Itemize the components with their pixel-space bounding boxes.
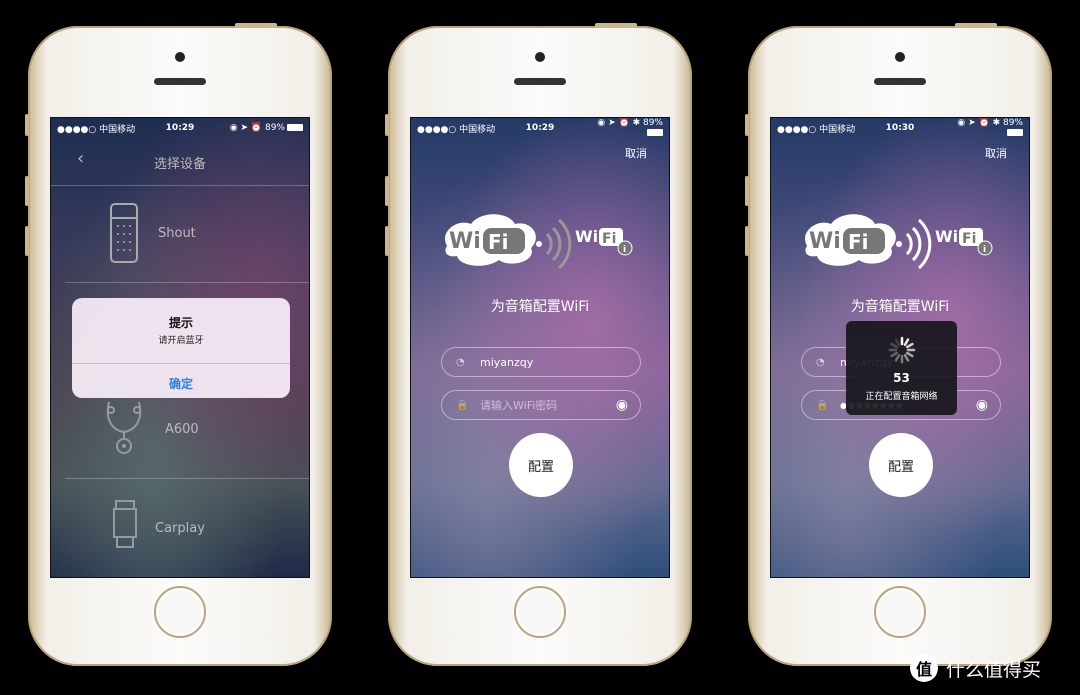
page-title: 选择设备 — [153, 157, 206, 172]
eye-icon[interactable]: ◉ — [616, 397, 628, 413]
power-button — [235, 23, 277, 28]
battery-icon — [1007, 129, 1023, 136]
wifi-icon: ◔ — [816, 356, 825, 368]
time: 10:29 — [165, 123, 195, 133]
earpiece — [514, 78, 566, 85]
screen-wifi-configuring: ●●●●○ 中国移动 10:30 ◉ ➤ ⏰ ✱ 89% 取消 Wi Fi Wi… — [770, 117, 1030, 578]
speaker-icon — [110, 203, 138, 263]
device-name: Carplay — [155, 521, 205, 536]
svg-text:Wi: Wi — [449, 229, 481, 254]
page-title: 为音箱配置WiFi — [850, 299, 950, 315]
status-bar: ●●●●○ 中国移动 10:30 ◉ ➤ ⏰ ✱ 89% — [771, 118, 1029, 138]
configure-button[interactable]: 配置 — [869, 433, 933, 497]
volume-down — [385, 226, 389, 256]
volume-up — [25, 176, 29, 206]
power-button — [595, 23, 637, 28]
time: 10:30 — [885, 123, 915, 133]
svg-text:Wi: Wi — [935, 227, 958, 246]
cancel-button[interactable]: 取消 — [985, 145, 1007, 161]
battery-icon — [647, 129, 663, 136]
status-bar: ●●●●○ 中国移动 10:29 ◉ ➤ ⏰ 89% — [51, 118, 309, 138]
status-icons: ◉ ➤ ⏰ ✱ — [957, 118, 1003, 128]
device-item-a600[interactable]: A600 — [51, 388, 309, 478]
volume-up — [745, 176, 749, 206]
home-button[interactable] — [874, 586, 926, 638]
home-button[interactable] — [154, 586, 206, 638]
home-button[interactable] — [514, 586, 566, 638]
volume-down — [25, 226, 29, 256]
loading-message: 正在配置音箱网络 — [865, 392, 938, 402]
status-icons: ◉ ➤ ⏰ ✱ — [597, 118, 643, 128]
carrier: ●●●●○ 中国移动 — [57, 124, 136, 135]
svg-text:i: i — [983, 245, 986, 255]
eye-icon[interactable]: ◉ — [976, 397, 988, 413]
wifi-broadcast-logo-icon: Wi Fi Wi Fi i — [445, 214, 633, 270]
volume-down — [745, 226, 749, 256]
svg-text:Wi: Wi — [809, 229, 841, 254]
password-field[interactable]: 🔒 请输入WiFi密码 ◉ — [441, 390, 641, 420]
carrier: ●●●●○ 中国移动 — [777, 124, 856, 135]
battery-icon — [287, 124, 303, 131]
svg-text:Fi: Fi — [848, 230, 869, 254]
phone-3: ●●●●○ 中国移动 10:30 ◉ ➤ ⏰ ✱ 89% 取消 Wi Fi Wi… — [745, 23, 1052, 666]
divider — [65, 282, 309, 283]
front-camera — [895, 52, 905, 62]
earpiece — [874, 78, 926, 85]
mute-switch — [25, 114, 29, 136]
svg-text:Fi: Fi — [962, 231, 976, 247]
alert-title: 提示 — [168, 316, 193, 330]
ssid-value: miyanzqy — [480, 355, 534, 369]
bluetooth-alert-dialog: 提示 请开启蓝牙 确定 — [72, 298, 290, 398]
phone-1: ●●●●○ 中国移动 10:29 ◉ ➤ ⏰ 89% ‹ 选择设备 Shout … — [25, 23, 332, 666]
device-item-carplay[interactable]: Carplay — [51, 479, 309, 577]
device-name: Shout — [158, 226, 196, 241]
password-placeholder: 请输入WiFi密码 — [480, 399, 558, 412]
battery-percent: 89% — [1002, 118, 1023, 128]
status-icons: ◉ ➤ ⏰ — [229, 123, 265, 133]
earpiece — [154, 78, 206, 85]
device-name: A600 — [165, 422, 199, 437]
mute-switch — [745, 114, 749, 136]
device-item-shout[interactable]: Shout — [51, 186, 309, 282]
alert-message: 请开启蓝牙 — [158, 336, 204, 346]
loading-overlay: 53 正在配置音箱网络 — [846, 321, 957, 415]
configure-button[interactable]: 配置 — [509, 433, 573, 497]
status-bar: ●●●●○ 中国移动 10:29 ◉ ➤ ⏰ ✱ 89% — [411, 118, 669, 138]
mute-switch — [385, 114, 389, 136]
cancel-button[interactable]: 取消 — [625, 145, 647, 161]
earphones-icon — [106, 401, 142, 454]
volume-up — [385, 176, 389, 206]
phone-2: ●●●●○ 中国移动 10:29 ◉ ➤ ⏰ ✱ 89% 取消 Wi Fi Wi… — [385, 23, 692, 666]
car-charger-icon — [113, 500, 137, 548]
page-title: 为音箱配置WiFi — [490, 299, 590, 315]
carrier: ●●●●○ 中国移动 — [417, 124, 496, 135]
divider — [72, 363, 290, 364]
battery-percent: 89% — [642, 118, 663, 128]
time: 10:29 — [525, 123, 555, 133]
wifi-broadcast-logo-icon: Wi Fi Wi Fi i — [805, 214, 993, 270]
watermark-text: 什么值得买 — [946, 658, 1042, 681]
ssid-field[interactable]: ◔ miyanzqy — [441, 347, 641, 377]
svg-text:i: i — [623, 245, 626, 255]
screen-select-device: ●●●●○ 中国移动 10:29 ◉ ➤ ⏰ 89% ‹ 选择设备 Shout … — [50, 117, 310, 578]
battery-percent: 89% — [264, 123, 285, 133]
power-button — [955, 23, 997, 28]
screen-wifi-config: ●●●●○ 中国移动 10:29 ◉ ➤ ⏰ ✱ 89% 取消 Wi Fi Wi… — [410, 117, 670, 578]
wifi-icon: ◔ — [456, 356, 465, 368]
front-camera — [175, 52, 185, 62]
svg-text:Fi: Fi — [488, 230, 509, 254]
confirm-button[interactable]: 确定 — [72, 372, 290, 394]
countdown: 53 — [893, 371, 910, 385]
lock-icon: 🔒 — [816, 399, 829, 411]
watermark-logo: 值 什么值得买 — [910, 654, 1041, 682]
front-camera — [535, 52, 545, 62]
lock-icon: 🔒 — [456, 399, 469, 411]
svg-text:Fi: Fi — [602, 231, 616, 247]
spinner-icon — [888, 336, 916, 364]
svg-text:Wi: Wi — [575, 227, 598, 246]
watermark-badge: 值 — [910, 654, 938, 682]
